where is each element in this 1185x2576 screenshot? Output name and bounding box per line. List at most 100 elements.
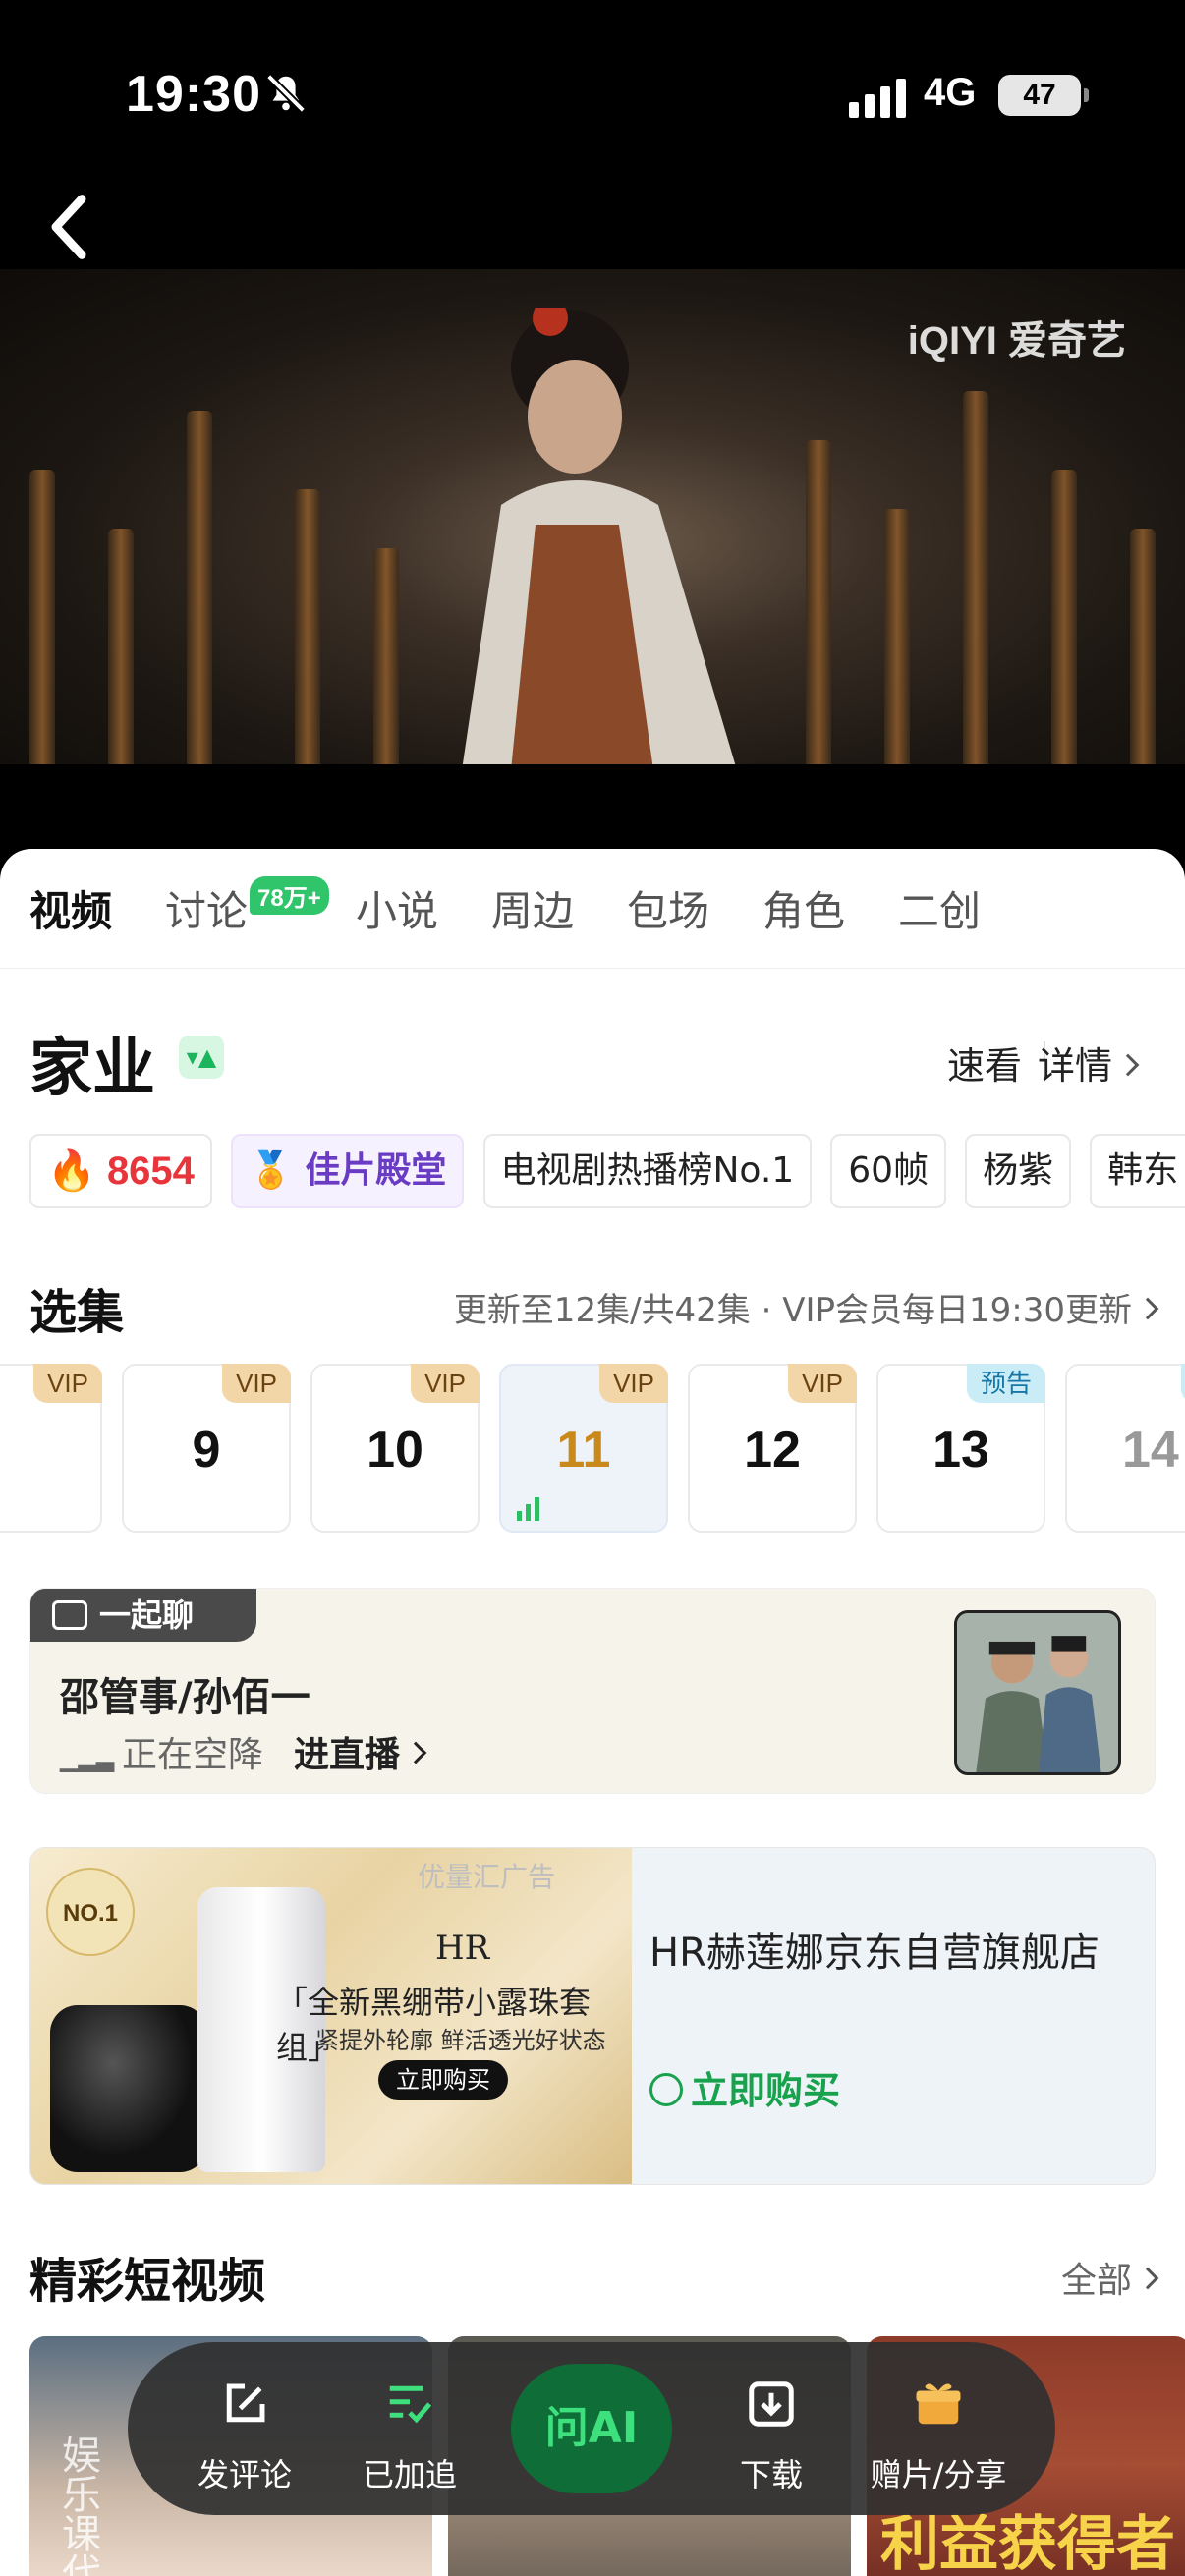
- chat-together-label: 一起聊: [99, 1596, 195, 1634]
- chat-together-tag: 一起聊: [30, 1589, 256, 1642]
- episode-number: 13: [932, 1422, 989, 1479]
- episode-info[interactable]: 更新至12集/共42集 · VIP会员每日19:30更新: [453, 1283, 1159, 1331]
- ad-image-buy-button[interactable]: 立即购买: [378, 2060, 508, 2100]
- chat-status: ▁▂▃ 正在空降: [60, 1726, 263, 1777]
- episode-title: 选集: [29, 1285, 125, 1340]
- tab-discussion[interactable]: 讨论: [165, 878, 248, 938]
- heat-value: 8654: [106, 1149, 195, 1193]
- episode-number: 8: [0, 1421, 100, 1480]
- tab-video[interactable]: 视频: [29, 878, 112, 938]
- enter-live-label: 进直播: [294, 1735, 401, 1775]
- ranking-tag[interactable]: 电视剧热播榜No.1: [482, 1134, 813, 1208]
- vip-badge: VIP: [411, 1364, 480, 1403]
- episode-update-text: 更新至12集/共42集 · VIP会员每日19:30更新: [453, 1291, 1132, 1330]
- fps-tag[interactable]: 60帧: [830, 1134, 947, 1208]
- ad-cta-label: 立即购买: [691, 2069, 841, 2112]
- quick-view-button[interactable]: 速看: [947, 1036, 1022, 1090]
- gift-share-button[interactable]: 赠片/分享: [865, 2342, 1012, 2515]
- chevron-right-icon: [404, 1741, 427, 1764]
- hall-of-fame-label: 佳片殿堂: [305, 1150, 447, 1191]
- edit-comment-icon: [226, 2383, 265, 2423]
- tab-novel[interactable]: 小说: [356, 878, 438, 938]
- network-type: 4G: [924, 71, 977, 114]
- tab-fan-creations[interactable]: 二创: [898, 878, 981, 938]
- arrow-circle-icon: [649, 2072, 683, 2106]
- followed-label: 已加追: [362, 2456, 457, 2493]
- status-time: 19:30: [126, 66, 261, 123]
- bottom-action-bar: 发评论 已加追 问AI 下载 赠片/分享: [128, 2342, 1055, 2515]
- iqiyi-watermark: iQIYI 爱奇艺: [907, 319, 1126, 363]
- episode-number: 14: [1122, 1422, 1179, 1479]
- show-title-row: 家业 ▾▲ 速看 详情: [29, 1018, 1156, 1105]
- view-all-button[interactable]: 全部: [1060, 2252, 1159, 2303]
- signal-bars-icon: ▁▂▃: [60, 1745, 122, 1772]
- episode-number: 12: [744, 1422, 801, 1479]
- ad-card[interactable]: NO.1 优量汇广告 HR 「全新黑绷带小露珠套组」 紧提外轮廓 鲜活透光好状态…: [29, 1847, 1156, 2185]
- view-all-label: 全部: [1060, 2261, 1132, 2301]
- episode-11-current[interactable]: VIP 11: [499, 1364, 668, 1533]
- preview-badge: 预: [1180, 1364, 1185, 1403]
- followed-button[interactable]: 已加追: [336, 2342, 483, 2515]
- ad-subslogan: 紧提外轮廓 鲜活透光好状态: [315, 2027, 606, 2054]
- thumbnail-caption: 娱乐课代: [55, 2435, 100, 2576]
- video-player[interactable]: iQIYI 爱奇艺: [0, 269, 1185, 764]
- episode-header: 选集 更新至12集/共42集 · VIP会员每日19:30更新: [29, 1273, 1159, 1340]
- cream-jar-image: [50, 2005, 207, 2172]
- preview-badge: 预告: [966, 1364, 1045, 1403]
- vip-icon: ▾▲: [179, 1036, 224, 1079]
- content-sheet: 视频 讨论 78万+ 小说 周边 包场 角色 二创 家业 ▾▲ 速看 详情 🔥 …: [0, 849, 1185, 2576]
- chevron-right-icon: [1136, 1297, 1159, 1319]
- download-button[interactable]: 下载: [698, 2342, 845, 2515]
- episode-13[interactable]: 预告 13: [876, 1364, 1045, 1533]
- episode-12[interactable]: VIP 12: [688, 1364, 857, 1533]
- ad-image: NO.1 优量汇广告 HR 「全新黑绷带小露珠套组」 紧提外轮廓 鲜活透光好状态…: [30, 1848, 632, 2184]
- vip-badge: VIP: [222, 1364, 291, 1403]
- medal-icon: 🏅: [249, 1150, 293, 1191]
- tab-characters[interactable]: 角色: [762, 878, 845, 938]
- cellular-signal-icon: [849, 79, 906, 118]
- actor-tag-yangzi[interactable]: 杨紫: [965, 1134, 1072, 1208]
- discussion-count-badge: 78万+: [250, 876, 329, 915]
- detail-label: 详情: [1037, 1044, 1112, 1088]
- vip-badge: VIP: [788, 1364, 857, 1403]
- episode-number: 9: [192, 1422, 221, 1479]
- tab-booking[interactable]: 包场: [627, 878, 709, 938]
- characters-thumbnail: [954, 1610, 1121, 1775]
- ad-buy-now-button[interactable]: 立即购买: [649, 2060, 840, 2114]
- gift-share-label: 赠片/分享: [870, 2456, 1007, 2493]
- episode-10[interactable]: VIP 10: [310, 1364, 480, 1533]
- episode-number: 11: [556, 1422, 611, 1479]
- brand-logo: HR: [435, 1929, 490, 1968]
- short-video-title: 精彩短视频: [29, 2254, 266, 2309]
- mute-bell-icon: [266, 74, 306, 113]
- actor-tag-handong[interactable]: 韩东: [1090, 1134, 1185, 1208]
- ask-ai-button[interactable]: 问AI: [511, 2364, 672, 2493]
- hall-of-fame-tag[interactable]: 🏅 佳片殿堂: [231, 1134, 465, 1208]
- back-arrow-icon[interactable]: [47, 193, 90, 261]
- comment-button[interactable]: 发评论: [171, 2342, 318, 2515]
- chevron-right-icon: [1136, 2267, 1159, 2290]
- vip-badge: VIP: [599, 1364, 668, 1403]
- gift-icon: [916, 2383, 961, 2425]
- episode-number: 10: [367, 1422, 423, 1479]
- no1-badge: NO.1: [46, 1868, 135, 1956]
- heat-tag[interactable]: 🔥 8654: [29, 1134, 212, 1208]
- vip-badge: VIP: [33, 1364, 102, 1403]
- episode-8[interactable]: VIP 8: [0, 1364, 102, 1533]
- chevron-right-icon: [1116, 1053, 1140, 1076]
- detail-button[interactable]: 详情: [1037, 1036, 1140, 1090]
- chat-together-card[interactable]: 一起聊 邵管事/孙佰一 ▁▂▃ 正在空降 进直播: [29, 1588, 1156, 1794]
- flame-icon: 🔥: [47, 1149, 96, 1193]
- actress-figure: [462, 308, 736, 764]
- show-title: 家业: [29, 1033, 155, 1105]
- episode-9[interactable]: VIP 9: [122, 1364, 291, 1533]
- followed-check-icon: [389, 2385, 432, 2424]
- enter-live-button[interactable]: 进直播: [294, 1726, 427, 1777]
- tag-row: 🔥 8654 🏅 佳片殿堂 电视剧热播榜No.1 60帧 杨紫 韩东: [29, 1134, 1185, 1210]
- episode-14[interactable]: 预 14: [1065, 1364, 1185, 1533]
- tab-bar: 视频 讨论 78万+ 小说 周边 包场 角色 二创: [0, 849, 1185, 969]
- tab-merch[interactable]: 周边: [491, 878, 574, 938]
- ad-label: 优量汇广告: [418, 1861, 556, 1893]
- chat-bubble-icon: [52, 1600, 87, 1630]
- ad-shop-name: HR赫莲娜京东自营旗舰店: [649, 1931, 1100, 1976]
